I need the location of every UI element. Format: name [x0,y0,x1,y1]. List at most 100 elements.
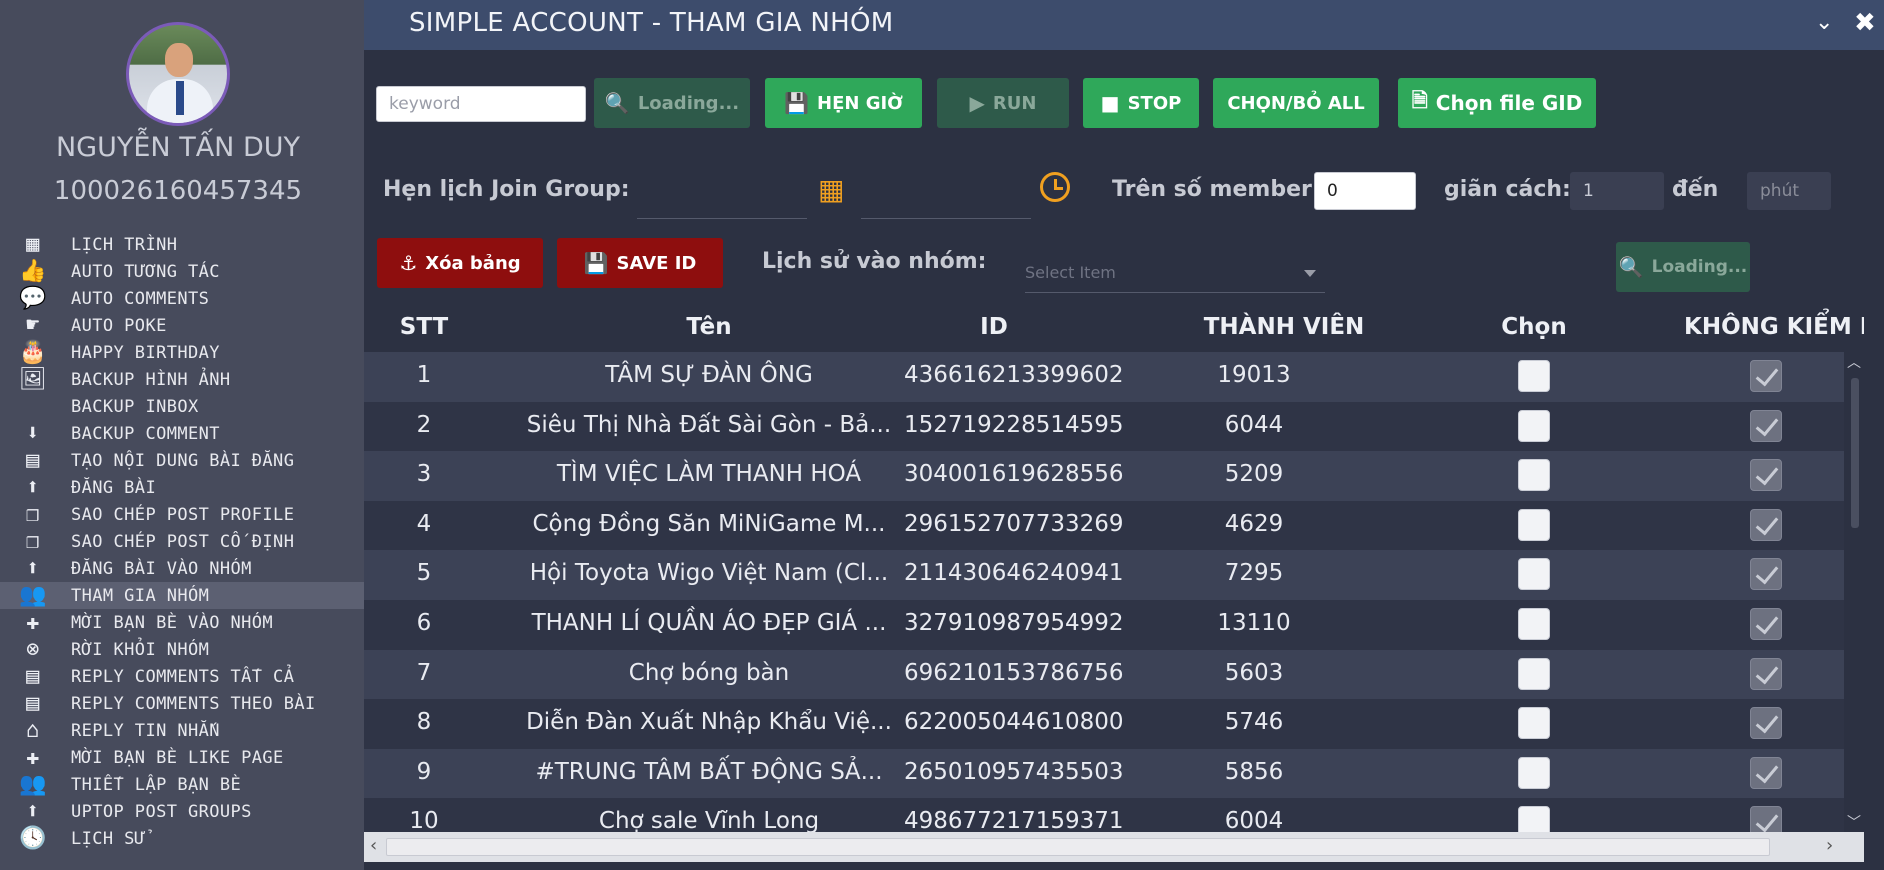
download-icon: ⬇ [26,421,40,446]
sidebar-item[interactable]: 👥 THIẾT LẬP BẠN BÈ [0,771,364,798]
search-icon: 🔍 [1618,255,1644,279]
scroll-down-arrow[interactable]: ﹀ [1847,812,1861,832]
no-check-checkbox[interactable] [1750,657,1782,690]
choose-gid-file-button[interactable]: 🗎 Chọn file GID [1398,78,1596,128]
member-threshold-input[interactable]: 0 [1314,172,1416,210]
scroll-up-arrow[interactable]: ︿ [1847,352,1861,372]
sidebar-item[interactable]: ⬆ ĐĂNG BÀI VÀO NHÓM [0,555,364,582]
table-row[interactable]: 9 #TRUNG TÂM BẤT ĐỘNG SẢ... 26501095743550… [364,748,1844,799]
table-row[interactable]: 7 Chợ bóng bàn 696210153786756 5603 [364,649,1844,700]
table-row[interactable]: 10 Chợ sale Vĩnh Long 498677217159371 6004 [364,798,1844,832]
join-history-select[interactable]: Select Item [1025,263,1116,282]
sidebar-item-label: LỊCH SỬ [71,828,146,849]
select-checkbox[interactable] [1518,608,1550,640]
column-header-members[interactable]: THÀNH VIÊN [1184,314,1384,340]
table-row[interactable]: 2 Siêu Thị Nhà Đất Sài Gòn - Bả... 1527192… [364,401,1844,452]
select-checkbox[interactable] [1518,558,1550,591]
scroll-left-arrow[interactable]: ‹ [370,835,377,856]
keyword-input[interactable]: keyword [376,86,586,122]
sidebar-item-label: AUTO COMMENTS [71,288,210,309]
schedule-button[interactable]: 💾 HẸN GIỜ [765,78,922,128]
clock-icon[interactable] [1040,172,1070,202]
cell-members: 5746 [1224,709,1284,736]
no-check-checkbox[interactable] [1750,459,1782,492]
scroll-right-arrow[interactable]: › [1826,835,1833,856]
minimize-chevron-icon[interactable]: ⌄ [1815,10,1833,35]
no-check-checkbox[interactable] [1750,360,1782,392]
image-icon: 🖼 [18,367,48,392]
stop-button[interactable]: ■ STOP [1083,78,1199,128]
sidebar-item[interactable]: 🕓 LỊCH SỬ [0,825,364,852]
sidebar-item[interactable]: ❐ SAO CHÉP POST CỐ ĐỊNH [0,528,364,555]
avatar[interactable] [126,22,230,126]
sidebar-item[interactable]: ▤ REPLY COMMENTS THEO BÀI [0,690,364,717]
close-icon[interactable]: ✖ [1854,8,1876,38]
schedule-label: HẸN GIỜ [817,92,903,114]
history-loading-button[interactable]: 🔍 Loading... [1616,242,1750,292]
sidebar-item[interactable]: ☛ AUTO POKE [0,312,364,339]
cell-id: 498677217159371 [904,808,1124,832]
table-row[interactable]: 5 Hội Toyota Wigo Việt Nam (Cl... 21143064… [364,550,1844,600]
table-row[interactable]: 6 THANH LÍ QUẦN ÁO ĐẸP GIÁ ... 32791098795… [364,600,1844,650]
table-row[interactable]: 1 TÂM SỰ ĐÀN ÔNG 436616213399602 19013 [364,352,1844,402]
calendar-icon: ▦ [26,232,40,257]
interval-from-input[interactable]: 1 [1570,172,1664,210]
no-check-checkbox[interactable] [1750,756,1782,789]
sidebar-item[interactable]: ⌂ REPLY TIN NHẮN [0,717,364,744]
sidebar-item[interactable]: 💬 AUTO COMMENTS [0,285,364,312]
column-header-no-check[interactable]: KHÔNG KIỂM D [1684,314,1864,340]
cell-members: 19013 [1217,362,1291,388]
horizontal-scrollbar[interactable]: ‹ › [364,832,1864,862]
select-checkbox[interactable] [1518,657,1550,690]
sidebar-item[interactable]: ✚ MỜI BẠN BÈ VÀO NHÓM [0,609,364,636]
select-checkbox[interactable] [1518,360,1550,392]
member-threshold-label: Trên số member: [1112,177,1321,202]
sidebar-item[interactable]: 🖼 BACKUP HÌNH ẢNH [0,366,364,393]
sidebar-item[interactable]: ▤ TẠO NỘI DUNG BÀI ĐĂNG [0,447,364,474]
run-button[interactable]: ▶ RUN [937,78,1069,128]
select-checkbox[interactable] [1518,756,1550,789]
date-picker-underline [637,218,807,219]
stop-label: STOP [1127,92,1182,114]
table-row[interactable]: 3 TÌM VIỆC LÀM THANH HOÁ 304001619628556 52… [364,451,1844,501]
column-header-select[interactable]: Chọn [1479,314,1589,340]
sidebar-item[interactable]: ⊗ RỜI KHỎI NHÓM [0,636,364,663]
no-check-checkbox[interactable] [1750,508,1782,541]
sidebar-item[interactable]: ⬇ BACKUP COMMENT [0,420,364,447]
clear-table-button[interactable]: ⚓ Xóa bảng [377,238,543,288]
sidebar-item[interactable]: ❐ SAO CHÉP POST PROFILE [0,501,364,528]
interval-to-minutes-input[interactable]: phút [1747,172,1831,210]
select-checkbox[interactable] [1518,508,1550,541]
select-all-button[interactable]: CHỌN/BỎ ALL [1213,78,1379,128]
save-id-button[interactable]: 💾 SAVE ID [557,238,723,288]
column-header-name[interactable]: Tên [584,314,834,340]
table-row[interactable]: 4 Cộng Đồng Săn MiNiGame M... 296152707733… [364,500,1844,551]
select-checkbox[interactable] [1518,459,1550,492]
sidebar-item[interactable]: ⬆ ĐĂNG BÀI [0,474,364,501]
select-checkbox[interactable] [1518,707,1550,740]
no-check-checkbox[interactable] [1750,707,1782,740]
no-check-checkbox[interactable] [1750,806,1782,832]
horizontal-scroll-thumb[interactable] [386,838,1770,856]
vertical-scrollbar[interactable]: ︿ ﹀ [1844,352,1864,832]
sidebar-item[interactable]: BACKUP INBOX [0,393,364,420]
sidebar-item[interactable]: 👥 THAM GIA NHÓM [0,582,364,609]
sidebar-item[interactable]: ✚ MỜI BẠN BÈ LIKE PAGE [0,744,364,771]
sidebar-item[interactable]: ⬆ UPTOP POST GROUPS [0,798,364,825]
sidebar-item[interactable]: 👍 AUTO TƯƠNG TÁC [0,258,364,285]
select-checkbox[interactable] [1518,806,1550,832]
no-check-checkbox[interactable] [1750,608,1782,640]
sidebar-item[interactable]: ▤ REPLY COMMENTS TẤT CẢ [0,663,364,690]
chevron-down-icon[interactable] [1304,270,1316,277]
search-loading-button[interactable]: 🔍 Loading... [594,78,750,128]
sidebar-item[interactable]: 🎂 HAPPY BIRTHDAY [0,339,364,366]
column-header-stt[interactable]: STT [384,314,464,340]
table-row[interactable]: 8 Diễn Đàn Xuất Nhập Khẩu Việ... 622005044… [364,699,1844,749]
no-check-checkbox[interactable] [1750,409,1782,442]
no-check-checkbox[interactable] [1750,558,1782,591]
vertical-scroll-thumb[interactable] [1851,378,1859,528]
sidebar-item[interactable]: ▦ LỊCH TRÌNH [0,231,364,258]
calendar-icon[interactable]: ▦ [818,173,844,206]
select-checkbox[interactable] [1518,409,1550,442]
column-header-id[interactable]: ID [904,314,1084,340]
